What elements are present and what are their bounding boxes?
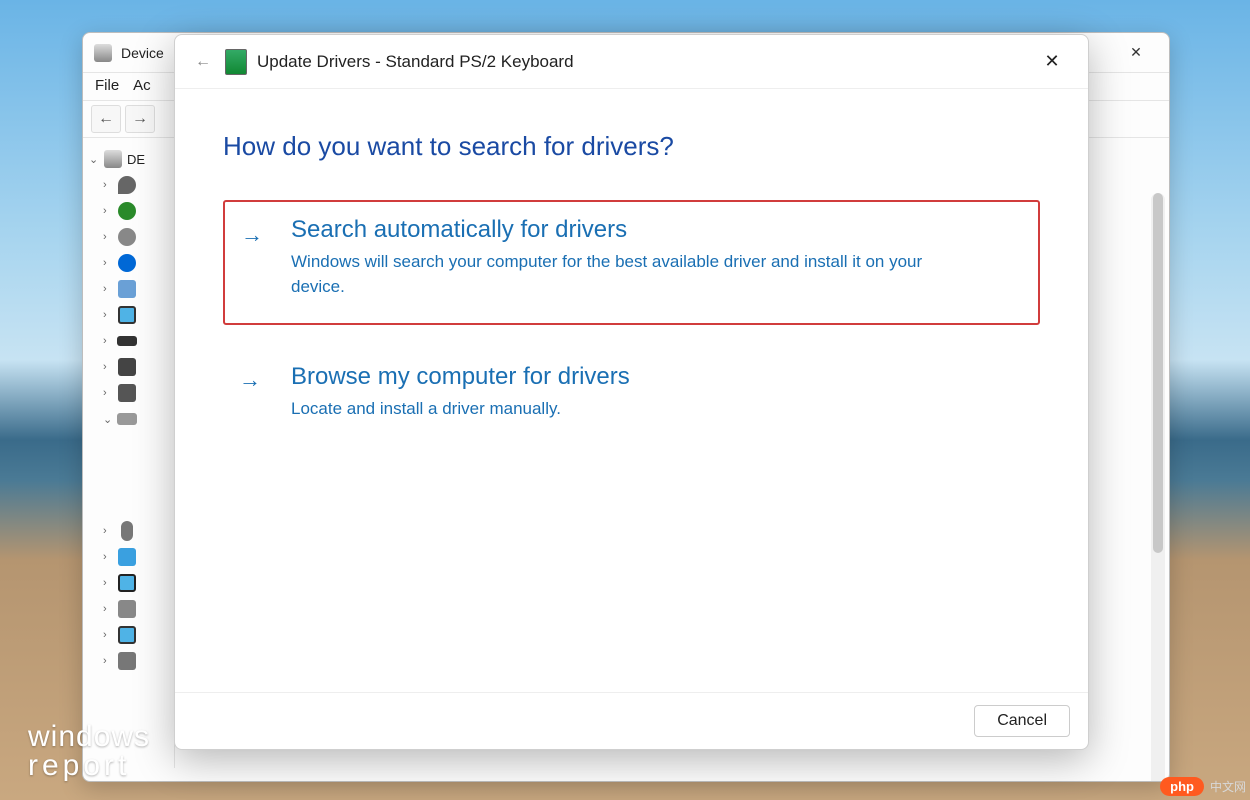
category-icon (117, 521, 137, 541)
device-icon (225, 49, 247, 75)
option-title: Browse my computer for drivers (291, 363, 1018, 391)
arrow-right-icon: → (239, 367, 261, 393)
chevron-right-icon: › (103, 387, 113, 399)
arrow-right-icon: → (241, 222, 263, 248)
option-title: Search automatically for drivers (291, 216, 1018, 244)
tree-item[interactable]: › (89, 328, 174, 354)
watermark-line1: windows (28, 723, 150, 752)
dialog-body: How do you want to search for drivers? →… (175, 89, 1088, 692)
tree-item[interactable]: ⌄ (89, 406, 174, 432)
php-cn-text: 中文网 (1210, 778, 1246, 795)
option-description: Locate and install a driver manually. (291, 397, 931, 422)
chevron-right-icon: › (103, 257, 113, 269)
category-icon (117, 573, 137, 593)
tree-root-label: DE (127, 152, 145, 167)
category-icon (117, 409, 137, 429)
category-icon (117, 201, 137, 221)
computer-icon (103, 149, 123, 169)
category-icon (117, 331, 137, 351)
chevron-right-icon: › (103, 361, 113, 373)
chevron-right-icon: › (103, 603, 113, 615)
tree-item[interactable]: › (89, 276, 174, 302)
category-icon (117, 547, 137, 567)
category-icon (117, 279, 137, 299)
menu-action[interactable]: Ac (133, 77, 151, 94)
tree-item[interactable]: › (89, 544, 174, 570)
option-search-automatically[interactable]: → Search automatically for drivers Windows… (223, 200, 1040, 325)
tree-item[interactable]: › (89, 380, 174, 406)
php-pill: php (1160, 777, 1204, 796)
category-icon (117, 227, 137, 247)
dialog-titlebar: ← Update Drivers - Standard PS/2 Keyboar… (175, 35, 1088, 89)
chevron-right-icon: › (103, 655, 113, 667)
chevron-right-icon: › (103, 629, 113, 641)
tree-root[interactable]: ⌄ DE (89, 146, 174, 172)
tree-item[interactable]: › (89, 250, 174, 276)
update-drivers-dialog: ← Update Drivers - Standard PS/2 Keyboar… (174, 34, 1089, 750)
chevron-right-icon: › (103, 179, 113, 191)
category-icon (117, 625, 137, 645)
tree-item[interactable]: › (89, 198, 174, 224)
category-icon (117, 599, 137, 619)
tree-item[interactable]: › (89, 570, 174, 596)
category-icon (117, 357, 137, 377)
computer-icon (93, 43, 113, 63)
category-icon (117, 383, 137, 403)
chevron-right-icon: › (103, 283, 113, 295)
dialog-footer: Cancel (175, 692, 1088, 749)
chevron-right-icon: › (103, 231, 113, 243)
chevron-right-icon: › (103, 205, 113, 217)
chevron-right-icon: › (103, 309, 113, 321)
devmgr-close-button[interactable]: ✕ (1113, 37, 1159, 69)
chevron-right-icon: › (103, 551, 113, 563)
menu-file[interactable]: File (95, 77, 119, 94)
tree-item[interactable]: › (89, 596, 174, 622)
option-description: Windows will search your computer for th… (291, 250, 931, 299)
nav-back-button[interactable]: ← (91, 105, 121, 133)
tree-item[interactable]: › (89, 354, 174, 380)
cancel-button[interactable]: Cancel (974, 705, 1070, 737)
tree-item[interactable]: › (89, 224, 174, 250)
dialog-heading: How do you want to search for drivers? (223, 131, 1040, 162)
watermark-line2: report (28, 752, 150, 781)
close-button[interactable]: ✕ (1030, 45, 1074, 79)
tree-item[interactable]: › (89, 518, 174, 544)
windows-report-watermark: windows report (28, 723, 150, 780)
chevron-right-icon: › (103, 525, 113, 537)
device-tree[interactable]: ⌄ DE › › › › › › › › › ⌄ › › › › › › (83, 138, 175, 768)
nav-forward-button[interactable]: → (125, 105, 155, 133)
devmgr-scrollbar[interactable] (1151, 193, 1165, 782)
chevron-right-icon: › (103, 577, 113, 589)
back-button[interactable]: ← (189, 48, 217, 76)
category-icon (117, 651, 137, 671)
chevron-down-icon: ⌄ (103, 413, 113, 426)
tree-item[interactable]: › (89, 648, 174, 674)
category-icon (117, 253, 137, 273)
dialog-title: Update Drivers - Standard PS/2 Keyboard (257, 52, 574, 72)
scrollbar-thumb[interactable] (1153, 193, 1163, 553)
tree-item[interactable]: › (89, 302, 174, 328)
chevron-down-icon: ⌄ (89, 153, 99, 166)
chevron-right-icon: › (103, 335, 113, 347)
category-icon (117, 305, 137, 325)
php-cn-watermark: php 中文网 (1160, 777, 1246, 796)
tree-item[interactable]: › (89, 172, 174, 198)
devmgr-title: Device (121, 45, 164, 61)
tree-item[interactable]: › (89, 622, 174, 648)
category-icon (117, 175, 137, 195)
option-browse-computer[interactable]: → Browse my computer for drivers Locate an… (223, 347, 1040, 448)
